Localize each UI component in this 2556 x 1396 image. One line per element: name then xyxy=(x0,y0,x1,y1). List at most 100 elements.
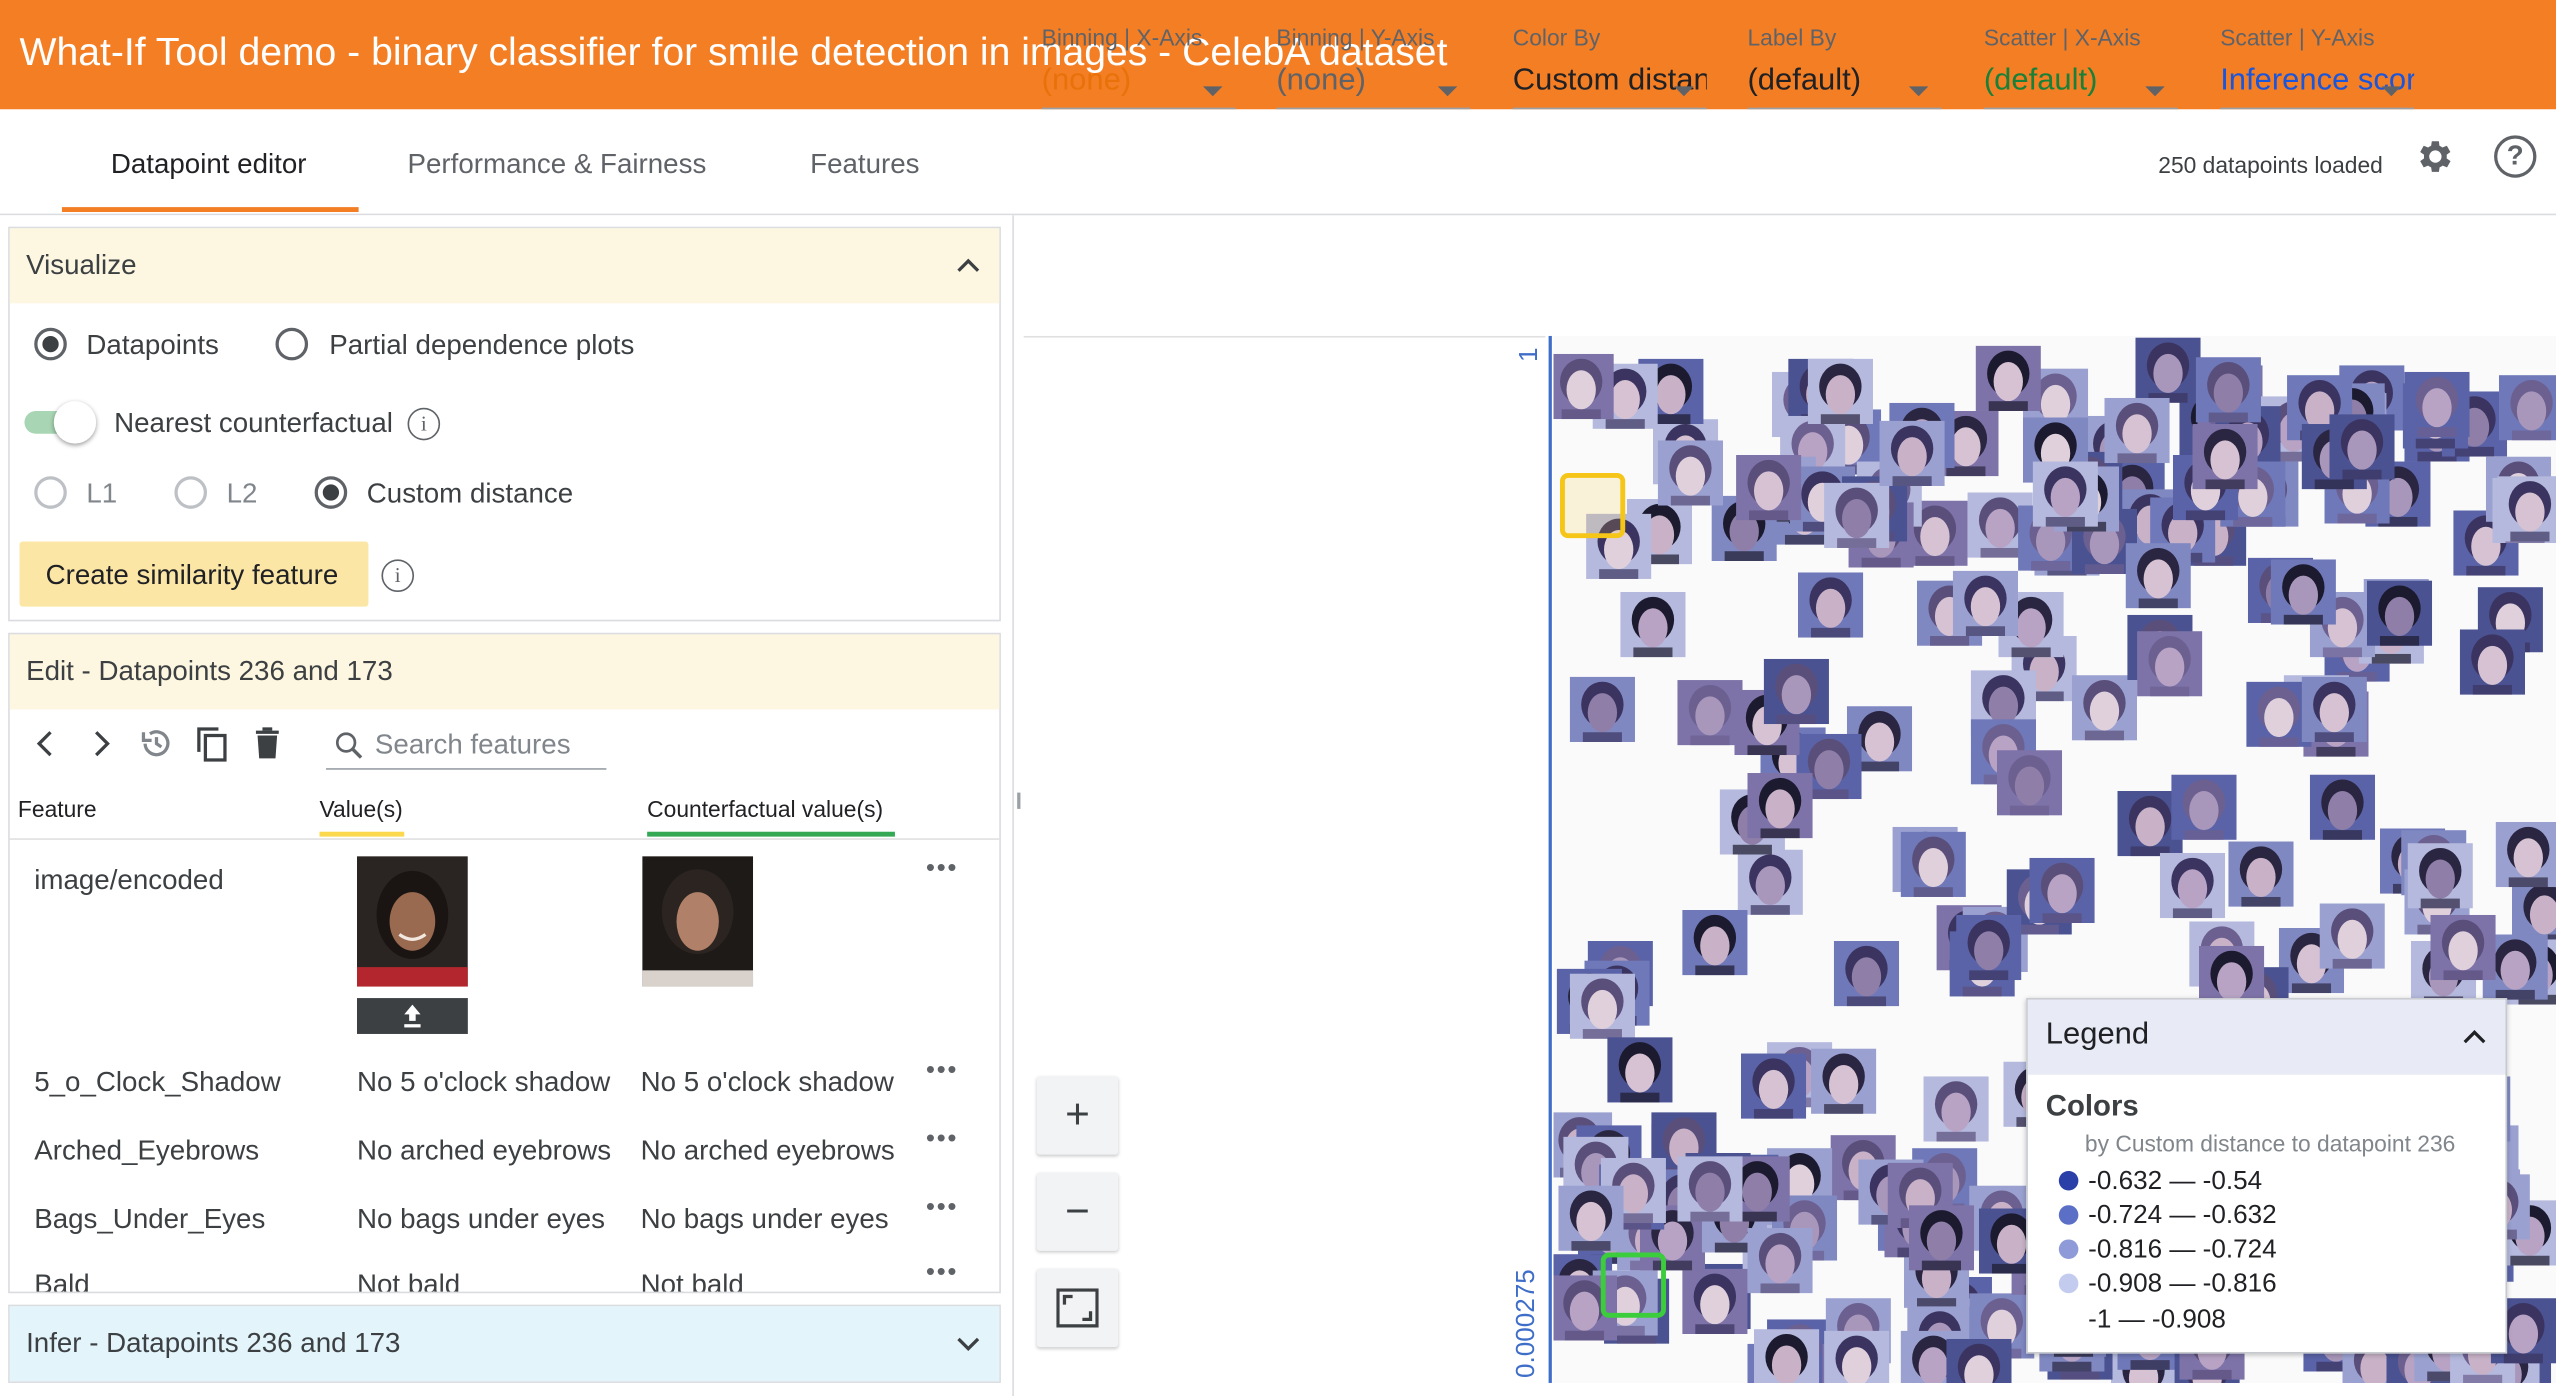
datapoint-thumbnail[interactable] xyxy=(2407,843,2473,909)
datapoint-thumbnail[interactable] xyxy=(1811,1048,1877,1114)
feature-value[interactable]: No 5 o'clock shadow xyxy=(357,1067,610,1100)
caret-down-icon[interactable] xyxy=(1908,86,1929,97)
chevron-left-icon[interactable] xyxy=(26,724,65,763)
dropdown-value[interactable]: (none) xyxy=(1041,57,1236,110)
datapoint-thumbnail[interactable] xyxy=(1677,1156,1743,1222)
caret-down-icon[interactable] xyxy=(2381,86,2402,97)
binning-y-dropdown[interactable]: Binning | Y-Axis (none) xyxy=(1276,24,1471,110)
chevron-down-icon[interactable] xyxy=(957,1332,980,1355)
help-icon[interactable]: ? xyxy=(2494,135,2537,178)
datapoint-thumbnail[interactable] xyxy=(1753,1329,1820,1383)
datapoint-thumbnail[interactable] xyxy=(2159,852,2226,919)
datapoint-thumbnail[interactable] xyxy=(1923,1076,1989,1142)
selected-datapoint-marker[interactable] xyxy=(1560,472,1626,539)
datapoint-thumbnail[interactable] xyxy=(1798,572,1864,638)
search-features-field[interactable] xyxy=(326,721,607,770)
datapoint-thumbnail[interactable] xyxy=(1807,358,1873,425)
datapoint-thumbnail[interactable] xyxy=(1956,914,2022,981)
dropdown-value[interactable]: (default) xyxy=(1747,57,1942,110)
caret-down-icon[interactable] xyxy=(1437,86,1458,97)
datapoint-thumbnail[interactable] xyxy=(2497,476,2556,542)
datapoint-thumbnail[interactable] xyxy=(2104,397,2170,464)
chevron-up-icon[interactable] xyxy=(957,254,980,277)
infer-header[interactable]: Infer - Datapoints 236 and 173 xyxy=(9,1306,1000,1382)
datapoint-thumbnail[interactable] xyxy=(2228,841,2294,907)
label-by-dropdown[interactable]: Label By (default) xyxy=(1747,24,1942,110)
more-options-icon[interactable]: ••• xyxy=(926,1057,958,1086)
chevron-up-icon[interactable] xyxy=(2463,1026,2486,1049)
datapoint-thumbnail[interactable] xyxy=(1558,1185,1624,1251)
datapoint-thumbnail[interactable] xyxy=(2366,580,2433,646)
datapoint-thumbnail[interactable] xyxy=(2137,631,2203,697)
visualize-header[interactable]: Visualize xyxy=(9,228,1000,304)
radio-custom-distance[interactable] xyxy=(314,476,348,509)
dropdown-value[interactable]: (none) xyxy=(1276,57,1471,110)
create-similarity-feature-button[interactable]: Create similarity feature xyxy=(19,541,369,607)
datapoint-thumbnail[interactable] xyxy=(2195,357,2261,423)
radio-l2[interactable] xyxy=(174,476,208,509)
datapoint-thumbnail[interactable] xyxy=(1975,345,2041,411)
more-options-icon[interactable]: ••• xyxy=(926,1125,958,1154)
datapoint-thumbnail[interactable] xyxy=(1657,440,1724,506)
datapoint-thumbnail[interactable] xyxy=(1740,1053,1807,1119)
history-icon[interactable] xyxy=(137,724,176,763)
datapoint-thumbnail[interactable] xyxy=(2125,543,2191,609)
dropdown-value[interactable]: Inference score xyxy=(2220,57,2415,110)
datapoint-thumbnail[interactable] xyxy=(1747,773,1813,839)
datapoint-thumbnail[interactable] xyxy=(2498,375,2556,441)
radio-pdp[interactable] xyxy=(275,327,309,361)
delete-icon[interactable] xyxy=(248,724,287,763)
datapoint-thumbnail[interactable] xyxy=(1682,910,1748,976)
datapoint-thumbnail[interactable] xyxy=(1682,1268,1748,1335)
gear-icon[interactable] xyxy=(2414,135,2456,177)
radio-l1[interactable] xyxy=(34,476,67,509)
datapoint-thumbnail[interactable] xyxy=(2430,914,2496,981)
toggle-knob[interactable] xyxy=(53,401,97,444)
datapoint-thumbnail[interactable] xyxy=(1824,482,1890,548)
legend-header[interactable]: Legend xyxy=(2027,999,2506,1075)
zoom-in-button[interactable]: + xyxy=(1036,1076,1119,1155)
upload-image-button[interactable] xyxy=(356,998,468,1034)
datapoint-thumbnail[interactable] xyxy=(1569,973,1635,1039)
info-icon[interactable]: i xyxy=(407,407,441,441)
feature-value[interactable]: No bags under eyes xyxy=(357,1204,605,1237)
resize-handle[interactable] xyxy=(1017,792,1021,809)
datapoint-thumbnail[interactable] xyxy=(1569,676,1635,743)
datapoint-thumbnail[interactable] xyxy=(2135,337,2201,403)
datapoint-thumbnail[interactable] xyxy=(1620,591,1686,658)
counterfactual-datapoint-marker[interactable] xyxy=(1600,1252,1666,1318)
chevron-right-icon[interactable] xyxy=(82,724,121,763)
datapoint-thumbnail[interactable] xyxy=(2309,774,2376,840)
datapoint-thumbnail[interactable] xyxy=(1553,353,1614,420)
datapoint-thumbnail[interactable] xyxy=(2495,821,2556,888)
datapoint-thumbnail[interactable] xyxy=(2171,774,2237,840)
info-icon[interactable]: i xyxy=(381,559,415,592)
more-options-icon[interactable]: ••• xyxy=(926,855,958,884)
tab-datapoint-editor[interactable]: Datapoint editor xyxy=(111,148,307,181)
radio-datapoints[interactable] xyxy=(34,327,67,361)
caret-down-icon[interactable] xyxy=(1203,86,1223,97)
caret-down-icon[interactable] xyxy=(1674,86,1694,97)
copy-icon[interactable] xyxy=(192,724,231,763)
tab-features[interactable]: Features xyxy=(810,148,919,181)
datapoint-thumbnail[interactable] xyxy=(2032,461,2098,527)
panel-divider[interactable] xyxy=(1012,215,1014,1396)
datapoint-thumbnail[interactable] xyxy=(2192,424,2258,490)
datapoint-thumbnail[interactable] xyxy=(2029,857,2095,924)
fit-to-screen-button[interactable] xyxy=(1036,1268,1119,1348)
datapoint-thumbnail[interactable] xyxy=(1908,1205,1975,1271)
datapoint-thumbnail[interactable] xyxy=(2329,414,2395,480)
color-by-dropdown[interactable]: Color By Custom distance xyxy=(1512,24,1707,110)
more-options-icon[interactable]: ••• xyxy=(926,1266,958,1289)
dropdown-value[interactable]: (default) xyxy=(1983,57,2178,110)
datapoint-thumbnail[interactable] xyxy=(1996,750,2063,816)
zoom-out-button[interactable]: − xyxy=(1036,1172,1119,1251)
feature-value[interactable]: Not bald xyxy=(357,1269,460,1292)
scatter-x-dropdown[interactable]: Scatter | X-Axis (default) xyxy=(1983,24,2178,110)
datapoint-thumbnail[interactable] xyxy=(1677,680,1743,746)
tab-performance-fairness[interactable]: Performance & Fairness xyxy=(408,148,707,181)
datapoint-thumbnail[interactable] xyxy=(2404,371,2470,438)
datapoint-thumbnail[interactable] xyxy=(1763,658,1829,725)
search-input[interactable] xyxy=(374,728,604,762)
caret-down-icon[interactable] xyxy=(2145,86,2165,97)
